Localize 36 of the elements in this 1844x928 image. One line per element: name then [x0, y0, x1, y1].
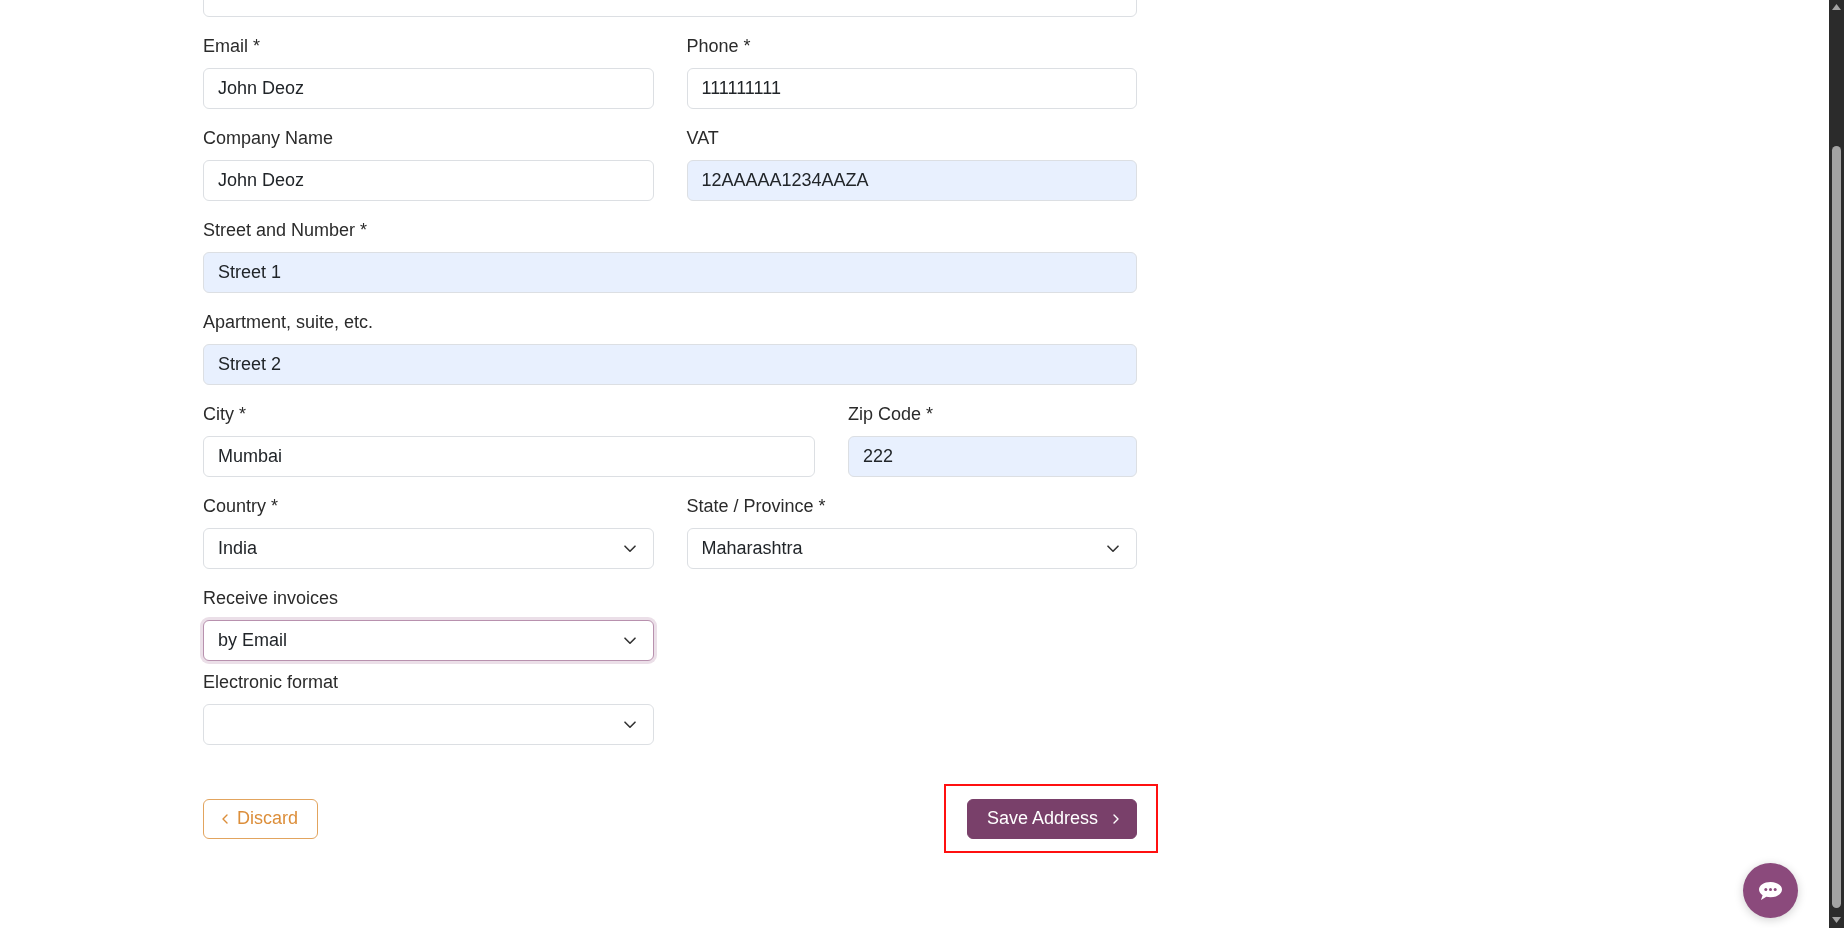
text-field[interactable]: 111111111 [686, 68, 1137, 109]
scrollbar-thumb[interactable] [1832, 146, 1841, 908]
save-button[interactable]: Save Address [966, 798, 1137, 839]
field-label: Zip Code * [848, 403, 934, 426]
chevron-right-icon [1113, 813, 1119, 824]
speech-bubble-icon [1758, 880, 1783, 901]
field-label: Company Name [203, 127, 334, 150]
text-field[interactable]: 12AAAAA1234AAZA [686, 160, 1137, 201]
field-label: VAT [686, 127, 719, 150]
dropdown[interactable]: by Email [203, 620, 654, 661]
chevron-down-icon [623, 720, 636, 729]
chevron-left-icon [222, 813, 228, 824]
chevron-down-icon [623, 636, 636, 645]
text-field[interactable]: John Deoz [203, 68, 654, 109]
down-arrow-icon[interactable] [1832, 917, 1841, 923]
field-label: Email * [203, 35, 260, 58]
chevron-down-icon [1107, 544, 1119, 553]
text-field[interactable]: Street 2 [203, 344, 1137, 385]
chat-button[interactable] [1743, 863, 1798, 918]
dropdown[interactable]: India [203, 528, 654, 569]
text-field[interactable]: Street 1 [203, 252, 1137, 293]
scrollbar[interactable] [1829, 0, 1844, 928]
field-label: City * [203, 403, 246, 426]
field-label: Electronic format [203, 671, 339, 694]
up-arrow-icon[interactable] [1832, 4, 1841, 10]
chevron-down-icon [623, 544, 636, 553]
field-label: State / Province * [686, 495, 826, 518]
field-label: Phone * [686, 35, 751, 58]
text-field[interactable]: 222 [848, 436, 1137, 477]
field-label: Apartment, suite, etc. [203, 311, 374, 334]
field-label: Country * [203, 495, 279, 518]
field-label: Street and Number * [203, 219, 368, 242]
text-field[interactable]: John Deoz [203, 160, 654, 201]
field-label: Receive invoices [203, 587, 339, 610]
dropdown[interactable]: Maharashtra [686, 528, 1137, 569]
text-field[interactable]: Mumbai [203, 436, 815, 477]
